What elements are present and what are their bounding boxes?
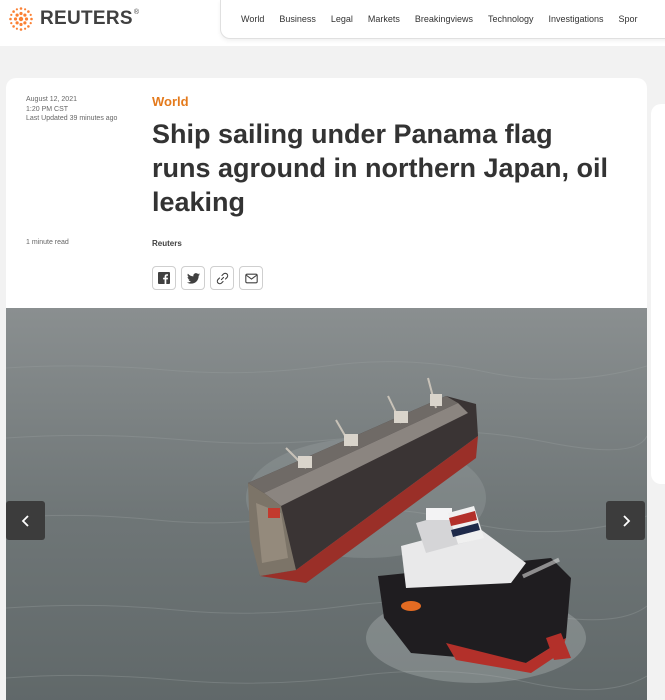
- twitter-icon: [186, 272, 200, 284]
- nav-item-sports[interactable]: Spor: [619, 14, 638, 24]
- byline[interactable]: Reuters: [152, 239, 182, 248]
- share-email-button[interactable]: [239, 266, 263, 290]
- email-icon: [244, 273, 258, 283]
- reuters-logo[interactable]: REUTERS®: [6, 4, 139, 34]
- publish-date: August 12, 2021: [26, 96, 77, 103]
- share-twitter-button[interactable]: [181, 266, 205, 290]
- nav-item-breakingviews[interactable]: Breakingviews: [415, 14, 473, 24]
- chevron-left-icon: [21, 514, 29, 527]
- nav-item-business[interactable]: Business: [279, 14, 316, 24]
- main-nav: World Business Legal Markets Breakingvie…: [220, 0, 665, 39]
- facebook-icon: [158, 272, 170, 284]
- nav-item-legal[interactable]: Legal: [331, 14, 353, 24]
- copy-link-button[interactable]: [210, 266, 234, 290]
- section-link[interactable]: World: [152, 94, 189, 109]
- article-headline: Ship sailing under Panama flag runs agro…: [152, 119, 609, 217]
- article-meta: August 12, 2021 1:20 PM CST Last Updated…: [26, 95, 131, 124]
- publish-time: 1:20 PM CST: [26, 105, 69, 113]
- nav-item-investigations[interactable]: Investigations: [549, 14, 604, 24]
- brand-name: REUTERS®: [40, 8, 140, 29]
- link-icon: [216, 272, 228, 284]
- nav-item-technology[interactable]: Technology: [488, 14, 534, 24]
- last-updated: Last Updated 39 minutes ago: [26, 115, 118, 122]
- side-panel: [651, 104, 665, 484]
- read-time: 1 minute read: [26, 239, 69, 246]
- nav-item-world[interactable]: World: [241, 14, 264, 24]
- nav-item-markets[interactable]: Markets: [368, 14, 400, 24]
- site-header: REUTERS® World Business Legal Markets Br…: [0, 0, 665, 46]
- share-facebook-button[interactable]: [152, 266, 176, 290]
- article-photo: [6, 308, 647, 700]
- reuters-logo-icon: [9, 7, 33, 31]
- previous-image-button[interactable]: [6, 501, 45, 540]
- chevron-right-icon: [622, 514, 630, 527]
- next-image-button[interactable]: [606, 501, 645, 540]
- article-card: August 12, 2021 1:20 PM CST Last Updated…: [6, 78, 647, 700]
- ship-aground-image: [6, 308, 647, 700]
- share-bar: [152, 266, 268, 290]
